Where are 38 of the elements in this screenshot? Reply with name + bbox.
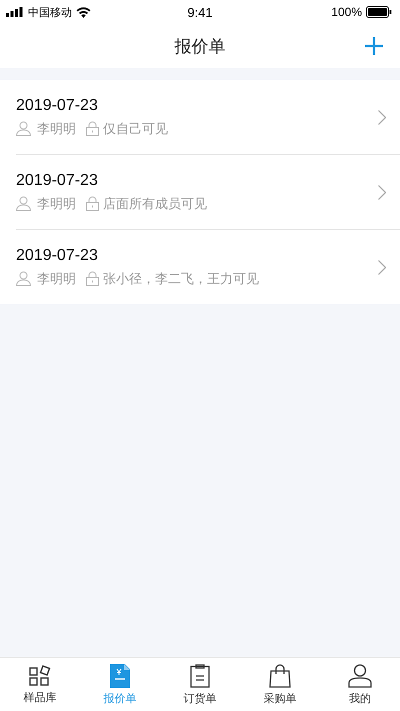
shopping-bag-icon bbox=[269, 664, 291, 688]
quote-date: 2019-07-23 bbox=[16, 246, 99, 264]
person-icon bbox=[348, 664, 372, 688]
chevron-right-icon bbox=[378, 260, 386, 274]
tab-bar-item[interactable]: 订货单 bbox=[160, 658, 240, 711]
owner-name: 李明明 bbox=[37, 270, 76, 288]
visibility-text: 店面所有成员可见 bbox=[103, 196, 207, 212]
add-icon[interactable] bbox=[365, 37, 383, 55]
visibility-text: 张小径，李二飞，王力可见 bbox=[103, 270, 259, 288]
chevron-right-icon bbox=[378, 184, 386, 200]
wifi-icon bbox=[76, 6, 91, 18]
person-icon bbox=[16, 121, 31, 136]
document-icon bbox=[110, 664, 130, 688]
person-icon bbox=[16, 196, 31, 211]
quote-list-item[interactable]: 2019-07-23 李明明 店面所有成员可见 bbox=[16, 155, 400, 230]
visibility-text: 仅自己可见 bbox=[103, 120, 168, 138]
battery-percent: 100% bbox=[331, 5, 362, 19]
lock-icon bbox=[86, 271, 99, 286]
tab-bar-item[interactable]: 采购单 bbox=[240, 658, 320, 711]
clipboard-icon bbox=[190, 664, 210, 688]
quote-date: 2019-07-23 bbox=[16, 172, 99, 190]
signal-icon bbox=[6, 7, 24, 17]
owner-name: 李明明 bbox=[37, 120, 76, 138]
chevron-right-icon bbox=[378, 110, 386, 124]
lock-icon bbox=[86, 121, 99, 136]
grid-icon bbox=[29, 664, 51, 686]
page-title: 报价单 bbox=[174, 36, 226, 58]
quote-date: 2019-07-23 bbox=[16, 96, 99, 114]
battery-icon bbox=[366, 6, 392, 18]
lock-icon bbox=[86, 196, 99, 211]
carrier-name: 中国移动 bbox=[28, 6, 72, 20]
tab-bar-item[interactable]: 我的 bbox=[320, 658, 400, 711]
tab-bar-item[interactable]: 样品库 bbox=[0, 658, 80, 711]
owner-name: 李明明 bbox=[37, 196, 76, 212]
clock-time: 9:41 bbox=[187, 4, 213, 20]
person-icon bbox=[16, 271, 31, 286]
quote-list-item[interactable]: 2019-07-23 李明明 仅自己可见 bbox=[16, 80, 400, 155]
quote-list-item[interactable]: 2019-07-23 李明明 张小径，李二飞，王力可见 bbox=[16, 230, 400, 304]
